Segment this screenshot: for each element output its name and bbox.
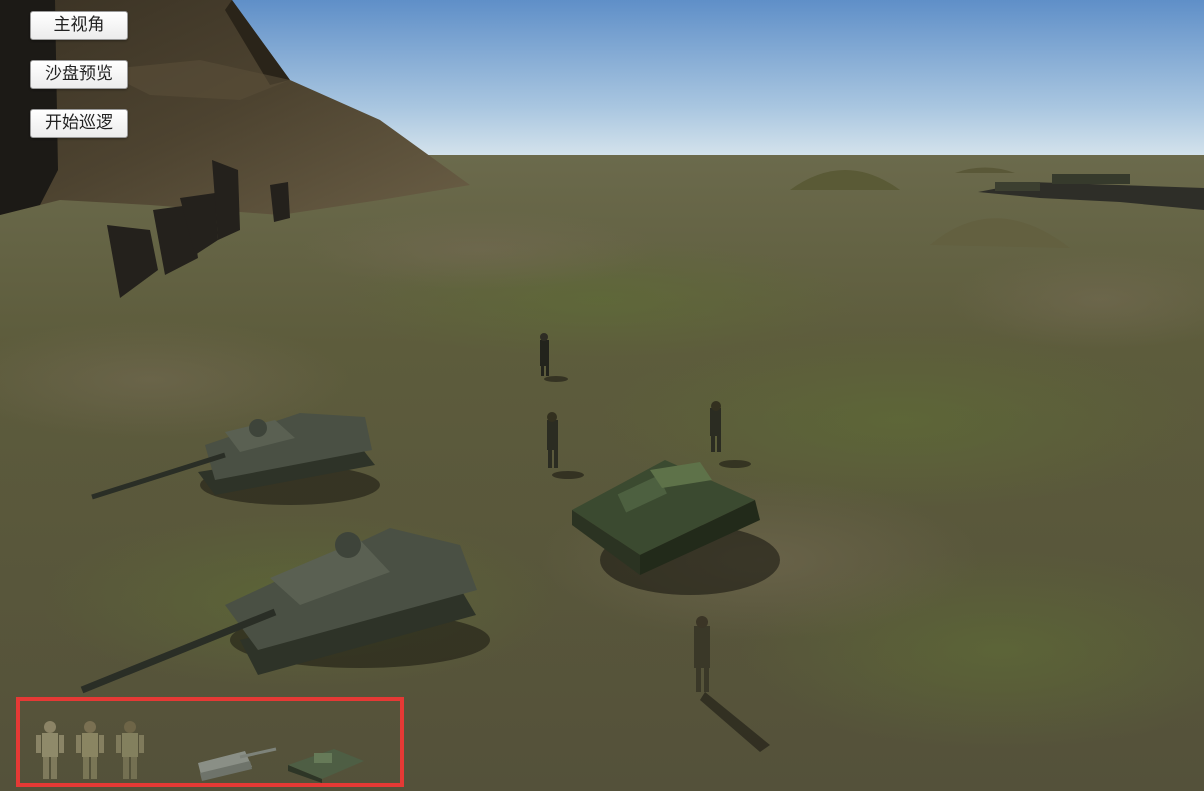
soldier-icon (36, 721, 64, 779)
soldier-icon (116, 721, 144, 779)
soldier-unit-3[interactable] (112, 719, 148, 781)
heavy-tank-unit[interactable] (284, 743, 370, 783)
game-viewport[interactable] (0, 0, 1204, 791)
unit-palette (16, 697, 404, 787)
sandtable-preview-button[interactable]: 沙盘预览 (30, 60, 128, 89)
soldier-unit-2[interactable] (72, 719, 108, 781)
soldier-icon (76, 721, 104, 779)
tank-destroyer-icon (198, 747, 277, 781)
soldier-unit-1[interactable] (32, 719, 68, 781)
start-patrol-button[interactable]: 开始巡逻 (30, 109, 128, 138)
main-view-button[interactable]: 主视角 (30, 11, 128, 40)
heavy-tank-icon (288, 749, 364, 783)
tank-destroyer-unit[interactable] (190, 743, 280, 783)
